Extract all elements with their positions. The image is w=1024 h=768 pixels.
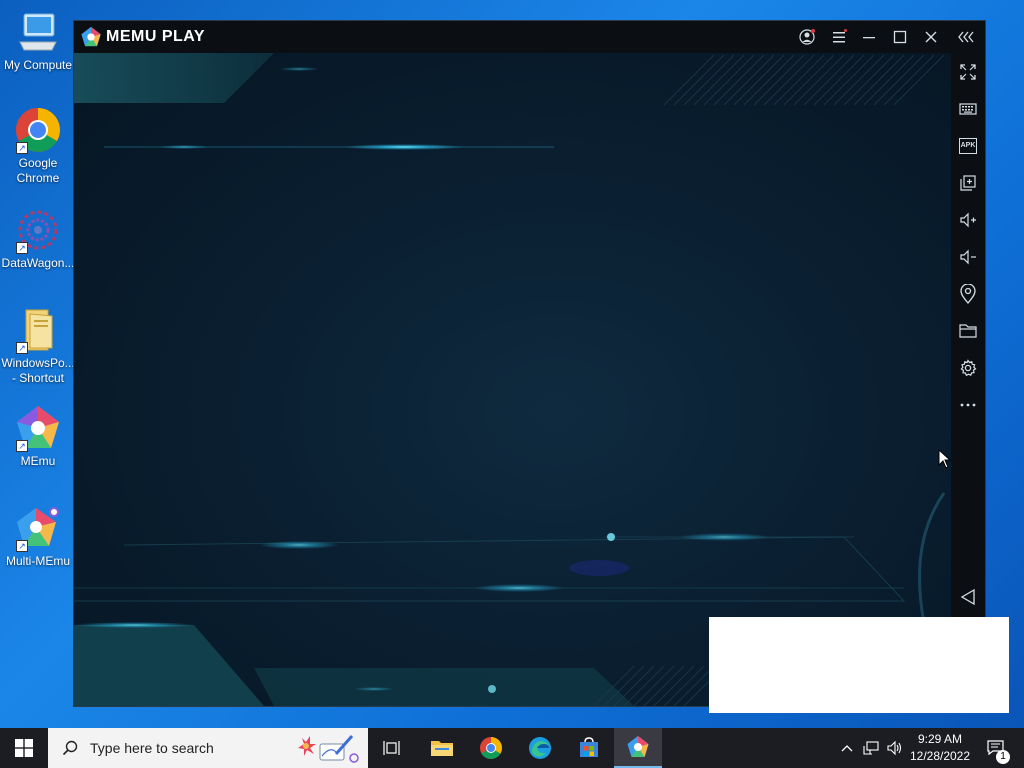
memu-sidebar: APK	[951, 53, 985, 706]
windows-logo-icon	[15, 739, 33, 757]
mouse-cursor-icon	[938, 449, 952, 469]
desktop-icon-label: My Compute	[3, 58, 73, 72]
desktop-icon-windowspowershell[interactable]: ↗ WindowsPo... - Shortcut	[0, 306, 76, 386]
network-button[interactable]	[860, 728, 882, 768]
search-icon	[62, 740, 78, 756]
more-button[interactable]	[955, 392, 981, 418]
chrome-icon	[480, 737, 502, 759]
show-hidden-icons-button[interactable]	[838, 728, 856, 768]
menu-button[interactable]	[824, 21, 854, 53]
taskbar-store[interactable]	[565, 728, 613, 768]
desktop-icon-multi-memu[interactable]: ↗ Multi-MEmu	[0, 504, 76, 569]
shortcut-arrow-icon: ↗	[16, 342, 28, 354]
search-highlight-icon	[298, 735, 359, 763]
desktop: My Compute ↗ Google Chrome ↗ DataWagon..…	[0, 0, 1024, 728]
taskbar-search-box[interactable]: Type here to search	[48, 728, 368, 768]
location-button[interactable]	[955, 281, 981, 307]
memu-window: MEMU PLAY APK	[73, 20, 986, 707]
chevron-up-icon	[841, 745, 853, 752]
desktop-icon-chrome[interactable]: ↗ Google Chrome	[0, 106, 76, 186]
taskbar-file-explorer[interactable]	[418, 728, 466, 768]
fullscreen-button[interactable]	[955, 59, 981, 85]
task-view-button[interactable]	[368, 728, 416, 768]
taskbar: Type here to search 9:29 AM 12/28/2022 1	[0, 728, 1024, 768]
apk-install-button[interactable]: APK	[955, 133, 981, 159]
settings-button[interactable]	[955, 355, 981, 381]
speaker-icon	[887, 741, 902, 755]
maximize-button[interactable]	[885, 21, 915, 53]
multi-window-icon	[960, 175, 976, 191]
minimize-button[interactable]	[854, 21, 884, 53]
menu-icon	[833, 29, 847, 43]
location-icon	[960, 284, 976, 304]
settings-icon	[960, 359, 977, 377]
keyboard-icon	[959, 103, 977, 115]
apk-icon-label: APK	[960, 142, 976, 149]
datawagon-icon: ↗	[14, 206, 62, 254]
memu-titlebar[interactable]: MEMU PLAY	[74, 21, 985, 53]
wallpaper-graphic	[74, 53, 946, 706]
desktop-icon-datawagon[interactable]: ↗ DataWagon...	[0, 206, 76, 271]
android-screen[interactable]	[74, 53, 951, 706]
folder-icon: ↗	[14, 306, 62, 354]
store-icon	[580, 737, 598, 757]
memu-icon: ↗	[14, 404, 62, 452]
account-button[interactable]	[792, 21, 822, 53]
desktop-icon-label: MEmu	[20, 454, 56, 468]
blank-overlay-panel	[709, 617, 1009, 713]
multi-memu-icon: ↗	[14, 504, 62, 552]
shared-folder-button[interactable]	[955, 318, 981, 344]
notification-count: 1	[996, 750, 1010, 764]
clock-time: 9:29 AM	[917, 732, 963, 746]
apk-icon: APK	[959, 138, 977, 154]
minimize-icon	[863, 37, 875, 39]
taskbar-clock[interactable]: 9:29 AM 12/28/2022	[905, 731, 975, 765]
back-icon	[960, 588, 975, 606]
search-placeholder: Type here to search	[90, 740, 214, 756]
desktop-icon-label: Google Chrome	[16, 156, 60, 185]
android-back-button[interactable]	[955, 584, 981, 610]
task-view-icon	[383, 741, 400, 755]
account-icon	[799, 29, 815, 45]
volume-down-button[interactable]	[955, 244, 981, 270]
maximize-icon	[893, 30, 907, 44]
desktop-icon-my-computer[interactable]: My Compute	[0, 8, 76, 73]
volume-down-icon	[960, 249, 976, 265]
shortcut-arrow-icon: ↗	[16, 440, 28, 452]
edge-icon	[529, 737, 551, 759]
taskbar-edge[interactable]	[516, 728, 564, 768]
folder-icon	[959, 324, 977, 338]
desktop-icon-label: Multi-MEmu	[5, 554, 70, 568]
desktop-icon-label: DataWagon...	[1, 256, 75, 270]
volume-up-icon	[960, 212, 976, 228]
taskbar-chrome[interactable]	[467, 728, 515, 768]
close-icon	[925, 31, 937, 43]
memu-logo-icon	[81, 26, 101, 47]
collapse-sidebar-icon	[958, 31, 974, 43]
close-button[interactable]	[916, 21, 946, 53]
clock-date: 12/28/2022	[909, 749, 971, 763]
shortcut-arrow-icon: ↗	[16, 540, 28, 552]
desktop-icon-label: WindowsPo... - Shortcut	[1, 356, 75, 385]
shortcut-arrow-icon: ↗	[16, 242, 28, 254]
multi-window-button[interactable]	[955, 170, 981, 196]
taskbar-memu[interactable]	[614, 728, 662, 768]
network-icon	[863, 741, 879, 755]
computer-icon	[14, 8, 62, 56]
volume-up-button[interactable]	[955, 207, 981, 233]
shortcut-arrow-icon: ↗	[16, 142, 28, 154]
file-explorer-icon	[431, 741, 453, 756]
chrome-icon: ↗	[14, 106, 62, 154]
start-button[interactable]	[0, 728, 48, 768]
memu-brand-text: MEMU PLAY	[106, 28, 206, 45]
desktop-icon-memu[interactable]: ↗ MEmu	[0, 404, 76, 469]
memu-brand: MEMU PLAY	[80, 26, 205, 48]
volume-button[interactable]	[884, 728, 906, 768]
keyboard-button[interactable]	[955, 96, 981, 122]
fullscreen-icon	[960, 64, 976, 80]
more-icon	[960, 403, 976, 407]
memu-icon	[627, 736, 649, 757]
notification-center-button[interactable]: 1	[980, 728, 1012, 768]
collapse-sidebar-button[interactable]	[951, 21, 981, 53]
